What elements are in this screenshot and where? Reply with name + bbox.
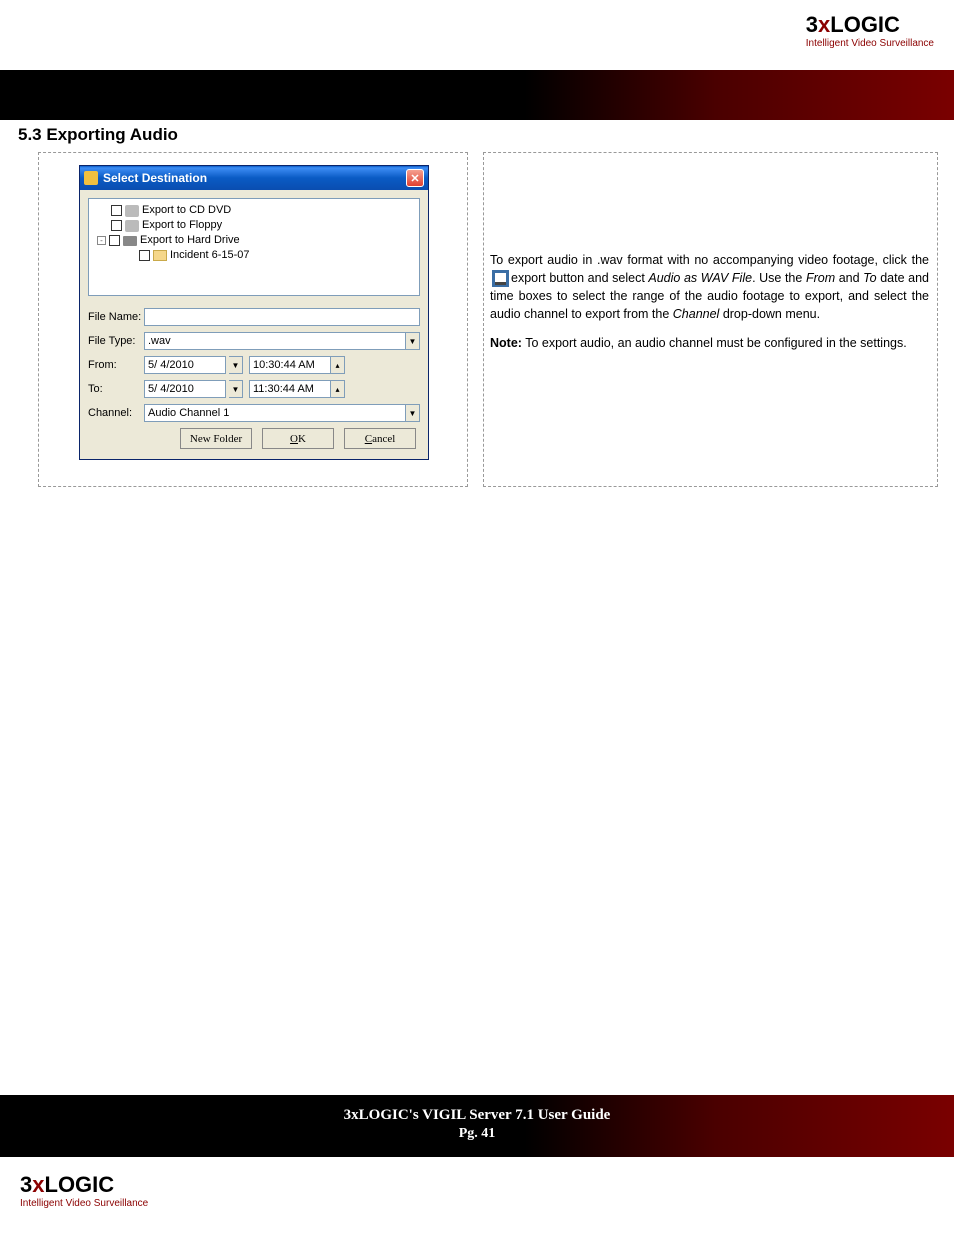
new-folder-button[interactable]: New Folder xyxy=(180,428,252,449)
checkbox-icon[interactable] xyxy=(111,220,122,231)
spinner-icon[interactable]: ▴ xyxy=(331,356,345,374)
logo-post: LOGIC xyxy=(830,12,900,37)
logo-text: 3xLOGIC xyxy=(806,12,934,38)
to-time-input[interactable] xyxy=(249,380,331,398)
cancel-button[interactable]: Cancel xyxy=(344,428,416,449)
spinner-icon[interactable]: ▴ xyxy=(331,380,345,398)
file-name-input[interactable] xyxy=(144,308,420,326)
logo-tagline: Intelligent Video Surveillance xyxy=(20,1198,148,1209)
floppy-icon xyxy=(125,220,139,232)
tree-label: Incident 6-15-07 xyxy=(170,248,250,263)
from-date-picker[interactable]: ▼ xyxy=(144,356,243,374)
ok-button[interactable]: OK xyxy=(262,428,334,449)
tree-label: Export to CD DVD xyxy=(142,203,231,218)
to-time-picker[interactable]: ▴ xyxy=(249,380,345,398)
checkbox-icon[interactable] xyxy=(139,250,150,261)
tree-label: Export to Hard Drive xyxy=(140,233,240,248)
logo-tagline: Intelligent Video Surveillance xyxy=(806,38,934,49)
logo-pre: 3 xyxy=(806,12,818,37)
note-paragraph: Note: To export audio, an audio channel … xyxy=(490,334,929,352)
logo-x: x xyxy=(32,1172,44,1197)
destination-tree[interactable]: Export to CD DVD Export to Floppy - Expo… xyxy=(88,198,420,296)
section-heading: 5.3 Exporting Audio xyxy=(18,125,178,145)
file-name-label: File Name: xyxy=(88,311,144,323)
footer-band: 3xLOGIC's VIGIL Server 7.1 User Guide Pg… xyxy=(0,1095,954,1157)
disc-icon xyxy=(125,205,139,217)
note-label: Note: xyxy=(490,336,522,350)
tree-label: Export to Floppy xyxy=(142,218,222,233)
chevron-down-icon[interactable]: ▼ xyxy=(229,356,243,374)
note-text: To export audio, an audio channel must b… xyxy=(522,336,907,350)
logo-text: 3xLOGIC xyxy=(20,1172,148,1198)
dialog-icon xyxy=(84,171,98,185)
logo-pre: 3 xyxy=(20,1172,32,1197)
tree-item-floppy[interactable]: Export to Floppy xyxy=(97,218,411,233)
logo-x: x xyxy=(818,12,830,37)
channel-label: Channel: xyxy=(88,407,144,419)
dialog-titlebar[interactable]: Select Destination ✕ xyxy=(80,166,428,190)
save-icon xyxy=(492,270,509,287)
screenshot-box: Select Destination ✕ Export to CD DVD Ex… xyxy=(38,152,468,487)
checkbox-icon[interactable] xyxy=(111,205,122,216)
to-date-input[interactable] xyxy=(144,380,226,398)
footer-title: 3xLOGIC's VIGIL Server 7.1 User Guide xyxy=(0,1107,954,1124)
instruction-text: To export audio in .wav format with no a… xyxy=(490,251,929,352)
chevron-down-icon[interactable]: ▼ xyxy=(406,404,420,422)
from-time-picker[interactable]: ▴ xyxy=(249,356,345,374)
file-type-label: File Type: xyxy=(88,335,144,347)
tree-item-harddrive[interactable]: - Export to Hard Drive xyxy=(97,233,411,248)
select-destination-dialog: Select Destination ✕ Export to CD DVD Ex… xyxy=(79,165,429,460)
from-label: From: xyxy=(88,359,144,371)
chevron-down-icon[interactable]: ▼ xyxy=(406,332,420,350)
from-date-input[interactable] xyxy=(144,356,226,374)
drive-icon xyxy=(123,236,137,246)
footer-page: Pg. 41 xyxy=(0,1126,954,1142)
channel-value[interactable] xyxy=(144,404,406,422)
file-type-value[interactable] xyxy=(144,332,406,350)
folder-icon xyxy=(153,250,167,261)
logo-post: LOGIC xyxy=(45,1172,115,1197)
close-button[interactable]: ✕ xyxy=(406,169,424,187)
dialog-form: File Name: File Type: ▼ From: ▼ xyxy=(80,304,428,459)
collapse-icon[interactable]: - xyxy=(97,236,106,245)
instruction-box: To export audio in .wav format with no a… xyxy=(483,152,938,487)
brand-logo-bottom: 3xLOGIC Intelligent Video Surveillance xyxy=(20,1172,148,1209)
dialog-title: Select Destination xyxy=(103,171,406,185)
from-time-input[interactable] xyxy=(249,356,331,374)
tree-item-cd-dvd[interactable]: Export to CD DVD xyxy=(97,203,411,218)
file-type-select[interactable]: ▼ xyxy=(144,332,420,350)
tree-item-incident[interactable]: Incident 6-15-07 xyxy=(97,248,411,263)
chevron-down-icon[interactable]: ▼ xyxy=(229,380,243,398)
instruction-paragraph: To export audio in .wav format with no a… xyxy=(490,251,929,324)
brand-logo-top: 3xLOGIC Intelligent Video Surveillance xyxy=(806,12,934,49)
header-band xyxy=(0,70,954,120)
to-date-picker[interactable]: ▼ xyxy=(144,380,243,398)
channel-select[interactable]: ▼ xyxy=(144,404,420,422)
content-row: Select Destination ✕ Export to CD DVD Ex… xyxy=(38,152,938,487)
checkbox-icon[interactable] xyxy=(109,235,120,246)
to-label: To: xyxy=(88,383,144,395)
